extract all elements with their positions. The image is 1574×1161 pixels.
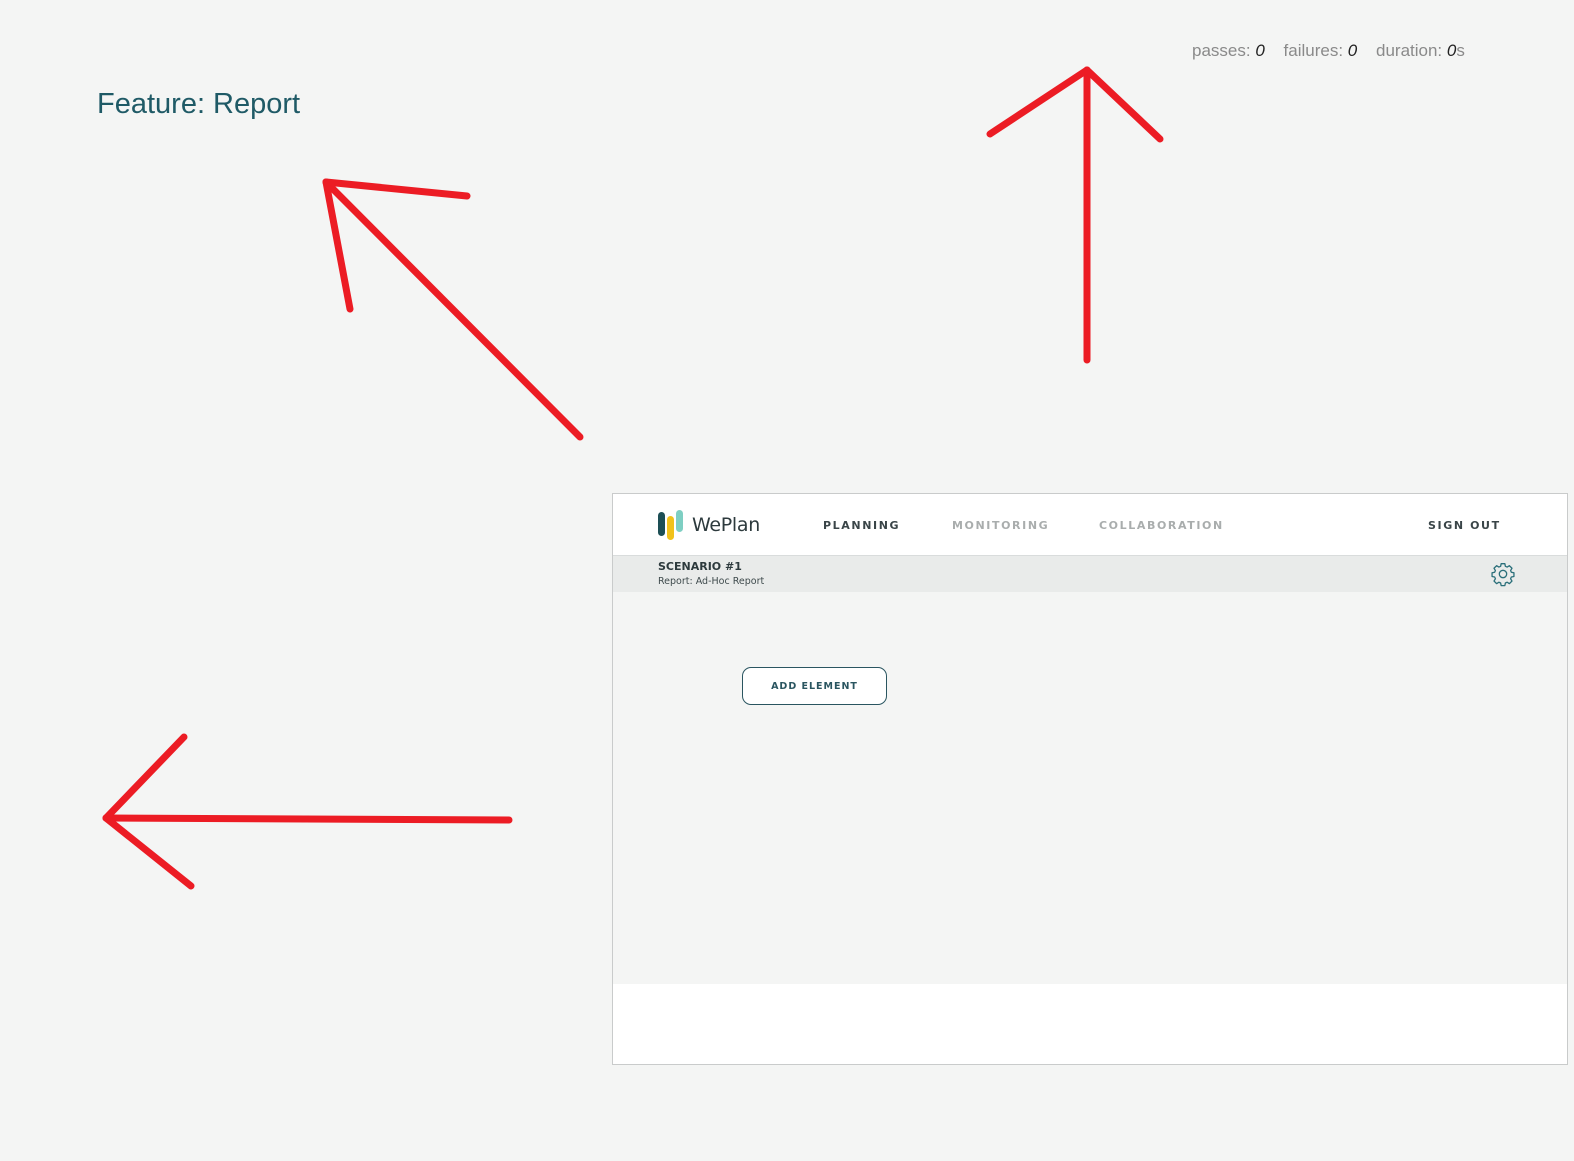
nav-monitoring[interactable]: MONITORING <box>952 519 1049 532</box>
arrow-up <box>986 66 1164 364</box>
test-stats: passes: 0 failures: 0 duration: 0s <box>1192 41 1465 61</box>
sign-out-button[interactable]: SIGN OUT <box>1428 519 1501 532</box>
report-canvas: ADD ELEMENT <box>613 592 1567 984</box>
duration-unit: s <box>1456 41 1465 60</box>
report-name: Report: Ad-Hoc Report <box>658 576 765 587</box>
nav-planning[interactable]: PLANNING <box>823 519 900 532</box>
passes-stat: passes: 0 <box>1192 41 1270 60</box>
feature-title: Feature: Report <box>97 88 301 120</box>
passes-label: passes: <box>1192 41 1251 60</box>
gear-icon[interactable] <box>1490 561 1516 587</box>
passes-value: 0 <box>1255 41 1265 60</box>
scenario-title: SCENARIO #1 <box>658 560 742 573</box>
duration-label: duration: <box>1376 41 1443 60</box>
app-screenshot: WePlan PLANNING MONITORING COLLABORATION… <box>612 493 1568 1065</box>
top-navbar: WePlan PLANNING MONITORING COLLABORATION… <box>613 494 1567 556</box>
nav-collaboration[interactable]: COLLABORATION <box>1099 519 1224 532</box>
footer-area <box>613 984 1567 1064</box>
weplan-logo[interactable]: WePlan <box>658 510 760 540</box>
brand-name: WePlan <box>692 514 760 536</box>
duration-stat: duration: 0s <box>1376 41 1465 60</box>
arrow-up-left <box>322 178 584 441</box>
arrow-left <box>102 733 513 890</box>
failures-label: failures: <box>1283 41 1344 60</box>
scenario-header: SCENARIO #1 Report: Ad-Hoc Report <box>613 556 1567 592</box>
failures-stat: failures: 0 <box>1284 41 1362 60</box>
logo-icon <box>658 510 686 540</box>
duration-value: 0 <box>1446 41 1457 60</box>
failures-value: 0 <box>1347 41 1358 60</box>
add-element-button[interactable]: ADD ELEMENT <box>742 667 887 705</box>
